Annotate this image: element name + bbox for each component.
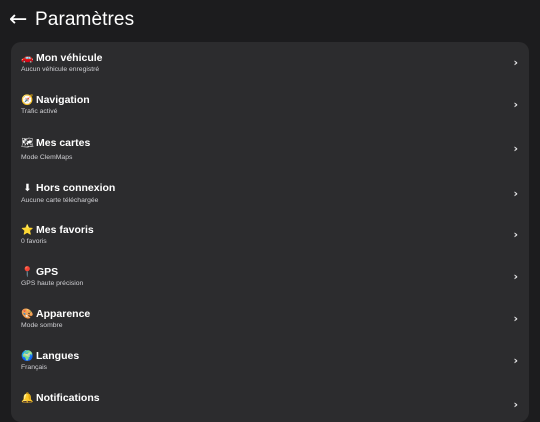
map-icon: 🗺 bbox=[21, 138, 34, 149]
settings-item-title: ⭐ Mes favoris bbox=[21, 224, 94, 237]
settings-item-subtitle: Mode ClemMaps bbox=[21, 154, 73, 161]
settings-item-title: 🎨 Apparence bbox=[21, 308, 90, 321]
settings-item-label: Mes favoris bbox=[36, 224, 94, 236]
settings-item-offline[interactable]: ⬇ Hors connexion Aucune carte téléchargé… bbox=[11, 172, 529, 214]
chevron-right-icon: › bbox=[513, 312, 518, 325]
back-arrow-icon[interactable]: ← bbox=[9, 6, 27, 34]
bell-icon: 🔔 bbox=[21, 393, 34, 404]
settings-item-appearance[interactable]: 🎨 Apparence Mode sombre › bbox=[11, 298, 529, 340]
settings-item-languages[interactable]: 🌍 Langues Français › bbox=[11, 340, 529, 382]
settings-item-subtitle: Mode sombre bbox=[21, 322, 63, 329]
settings-item-label: Navigation bbox=[36, 94, 90, 106]
settings-item-title: 🔔 Notifications bbox=[21, 392, 100, 405]
settings-item-label: Notifications bbox=[36, 392, 100, 404]
chevron-right-icon: › bbox=[513, 187, 518, 200]
settings-item-subtitle: 0 favoris bbox=[21, 238, 47, 245]
chevron-right-icon: › bbox=[513, 98, 518, 111]
settings-item-label: Hors connexion bbox=[36, 182, 116, 194]
chevron-right-icon: › bbox=[513, 354, 518, 367]
settings-item-title: 🧭 Navigation bbox=[21, 94, 90, 107]
settings-item-subtitle: Aucun véhicule enregistré bbox=[21, 66, 100, 73]
settings-item-label: GPS bbox=[36, 266, 59, 278]
settings-item-subtitle: Trafic activé bbox=[21, 108, 58, 115]
settings-item-notifications[interactable]: 🔔 Notifications › bbox=[11, 382, 529, 422]
settings-item-vehicle[interactable]: 🚗 Mon véhicule Aucun véhicule enregistré… bbox=[11, 42, 529, 84]
download-icon: ⬇ bbox=[23, 183, 32, 194]
location-pin-icon: 📍 bbox=[21, 267, 34, 278]
settings-item-title: 🌍 Langues bbox=[21, 350, 79, 363]
settings-list: 🚗 Mon véhicule Aucun véhicule enregistré… bbox=[11, 42, 529, 422]
settings-item-navigation[interactable]: 🧭 Navigation Trafic activé › bbox=[11, 84, 529, 127]
car-icon: 🚗 bbox=[21, 53, 34, 64]
settings-item-maps[interactable]: 🗺 Mes cartes Mode ClemMaps › bbox=[11, 127, 529, 172]
settings-item-subtitle: GPS haute précision bbox=[21, 280, 84, 287]
settings-item-favorites[interactable]: ⭐ Mes favoris 0 favoris › bbox=[11, 214, 529, 256]
settings-item-title: 🗺 Mes cartes bbox=[21, 137, 90, 150]
settings-item-title: 📍 GPS bbox=[21, 266, 58, 279]
chevron-right-icon: › bbox=[513, 270, 518, 283]
settings-item-label: Apparence bbox=[36, 308, 91, 320]
page-title: Paramètres bbox=[35, 9, 135, 30]
chevron-right-icon: › bbox=[513, 142, 518, 155]
palette-icon: 🎨 bbox=[21, 309, 34, 320]
settings-item-label: Mon véhicule bbox=[36, 52, 103, 64]
settings-item-label: Langues bbox=[36, 350, 80, 362]
compass-icon: 🧭 bbox=[21, 95, 34, 106]
settings-item-label: Mes cartes bbox=[36, 137, 91, 149]
globe-icon: 🌍 bbox=[21, 351, 34, 362]
settings-item-gps[interactable]: 📍 GPS GPS haute précision › bbox=[11, 256, 529, 298]
chevron-right-icon: › bbox=[513, 228, 518, 241]
settings-item-title: 🚗 Mon véhicule bbox=[21, 52, 103, 65]
star-icon: ⭐ bbox=[21, 225, 34, 236]
header: ← Paramètres bbox=[0, 0, 540, 40]
settings-item-title: ⬇ Hors connexion bbox=[21, 182, 115, 195]
settings-item-subtitle: Français bbox=[21, 364, 48, 371]
chevron-right-icon: › bbox=[513, 56, 518, 69]
settings-item-subtitle: Aucune carte téléchargée bbox=[21, 197, 99, 204]
chevron-right-icon: › bbox=[513, 398, 518, 411]
